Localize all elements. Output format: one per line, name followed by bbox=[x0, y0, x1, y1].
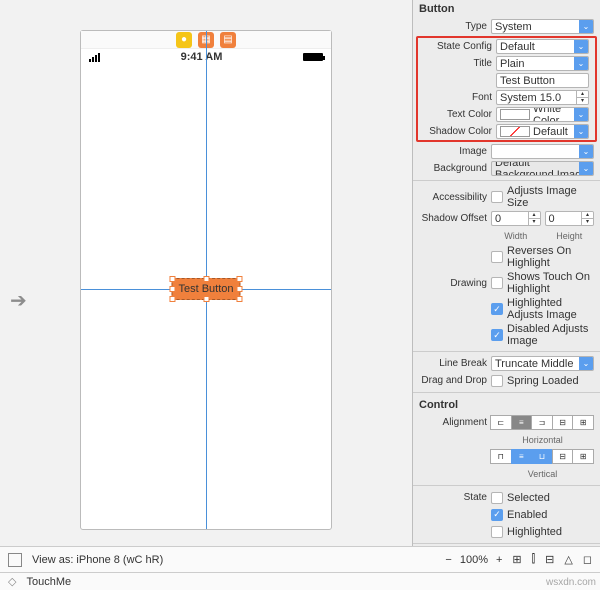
dragdrop-label: Drag and Drop bbox=[419, 375, 487, 386]
chevron-down-icon: ⌄ bbox=[579, 20, 593, 33]
resize-handle[interactable] bbox=[169, 296, 175, 302]
linebreak-label: Line Break bbox=[419, 358, 487, 369]
image-select[interactable]: ⌄ bbox=[491, 144, 594, 159]
battery-icon bbox=[303, 53, 323, 61]
align-icon[interactable]: ⫿ bbox=[532, 553, 536, 566]
toolbar-box2-icon[interactable]: ▤ bbox=[220, 32, 236, 48]
align-label: Alignment bbox=[419, 417, 487, 428]
hl-adjusts-checkbox[interactable]: ✓ bbox=[491, 303, 503, 315]
constraints-icon[interactable]: ⊞ bbox=[512, 553, 521, 566]
selected-checkbox[interactable] bbox=[491, 492, 503, 504]
guide-arrow-icon: ➔ bbox=[10, 288, 27, 313]
breadcrumb[interactable]: TouchMe bbox=[26, 576, 71, 588]
title-label: Title bbox=[424, 58, 492, 69]
device-frame: ● ▦ ▤ 9:41 AM Test Button bbox=[80, 30, 332, 530]
font-label: Font bbox=[424, 92, 492, 103]
font-field[interactable]: System 15.0▴▾ bbox=[496, 90, 589, 105]
watermark: wsxdn.com bbox=[546, 577, 596, 588]
acc-label: Accessibility bbox=[419, 192, 487, 203]
state-label: State Config bbox=[424, 41, 492, 52]
shows-touch-checkbox[interactable] bbox=[491, 277, 503, 289]
reverses-checkbox[interactable] bbox=[491, 251, 503, 263]
font-stepper-icon[interactable]: ▴▾ bbox=[576, 91, 588, 104]
resize-handle[interactable] bbox=[237, 276, 243, 282]
spring-loaded-checkbox[interactable] bbox=[491, 375, 503, 387]
textcolor-select[interactable]: White Color⌄ bbox=[496, 107, 589, 122]
shadow-h-input[interactable]: 0▴▾ bbox=[545, 211, 595, 226]
section-button: Button bbox=[413, 0, 600, 18]
zoom-in-button[interactable]: + bbox=[496, 554, 502, 566]
shadow-w-input[interactable]: 0▴▾ bbox=[491, 211, 541, 226]
type-select[interactable]: System⌄ bbox=[491, 19, 594, 34]
shadowcolor-label: Shadow Color bbox=[424, 126, 492, 137]
resize-handle[interactable] bbox=[237, 296, 243, 302]
canvas-area[interactable]: ➔ ● ▦ ▤ 9:41 AM Test Button bbox=[0, 0, 412, 546]
linebreak-select[interactable]: Truncate Middle⌄ bbox=[491, 356, 594, 371]
resize-handle[interactable] bbox=[169, 276, 175, 282]
resize-handle[interactable] bbox=[203, 296, 209, 302]
section-control: Control bbox=[413, 396, 600, 414]
align-h-segment[interactable]: ⊏≡⊐⊟⊞ bbox=[491, 415, 594, 430]
selected-button[interactable]: Test Button bbox=[171, 278, 240, 300]
highlighted-checkbox[interactable] bbox=[491, 526, 503, 538]
title-text-input[interactable]: Test Button bbox=[496, 73, 589, 88]
status-time: 9:41 AM bbox=[181, 51, 223, 63]
zoom-controls: − 100% + bbox=[445, 554, 502, 566]
state-select[interactable]: Default⌄ bbox=[496, 39, 589, 54]
shadowcolor-select[interactable]: Default⌄ bbox=[496, 124, 589, 139]
bottom-bar: View as: iPhone 8 (wC hR) − 100% + ⊞ ⫿ ⊟… bbox=[0, 546, 600, 572]
resolve-icon[interactable]: △ bbox=[564, 553, 572, 566]
signal-icon bbox=[89, 53, 100, 62]
zoom-out-button[interactable]: − bbox=[445, 554, 451, 566]
shadowoff-label: Shadow Offset bbox=[419, 213, 487, 224]
bg-select[interactable]: Default Background Image⌄ bbox=[491, 161, 594, 176]
toolbar-dot-icon[interactable]: ● bbox=[176, 32, 192, 48]
pin-icon[interactable]: ⊟ bbox=[545, 553, 554, 566]
selected-button-label: Test Button bbox=[178, 283, 233, 295]
acc-checkbox[interactable] bbox=[491, 191, 503, 203]
breadcrumb-bar: ◇ TouchMe wsxdn.com bbox=[0, 572, 600, 590]
state-label2: State bbox=[419, 492, 487, 503]
panel-toggle-icon[interactable] bbox=[8, 553, 22, 567]
resize-handle[interactable] bbox=[203, 276, 209, 282]
bg-label: Background bbox=[419, 163, 487, 174]
embed-icon[interactable]: ◻ bbox=[583, 553, 592, 566]
dis-adjusts-checkbox[interactable]: ✓ bbox=[491, 329, 503, 341]
resize-handle[interactable] bbox=[169, 286, 175, 292]
title-select[interactable]: Plain⌄ bbox=[496, 56, 589, 71]
enabled-checkbox[interactable]: ✓ bbox=[491, 509, 503, 521]
view-as-label[interactable]: View as: iPhone 8 (wC hR) bbox=[32, 554, 435, 566]
type-label: Type bbox=[419, 21, 487, 32]
textcolor-label: Text Color bbox=[424, 109, 492, 120]
inspector-panel: Button TypeSystem⌄ State ConfigDefault⌄ … bbox=[412, 0, 600, 546]
image-label: Image bbox=[419, 146, 487, 157]
align-v-segment[interactable]: ⊓≡⊔⊟⊞ bbox=[491, 449, 594, 464]
zoom-value: 100% bbox=[460, 554, 488, 566]
resize-handle[interactable] bbox=[237, 286, 243, 292]
